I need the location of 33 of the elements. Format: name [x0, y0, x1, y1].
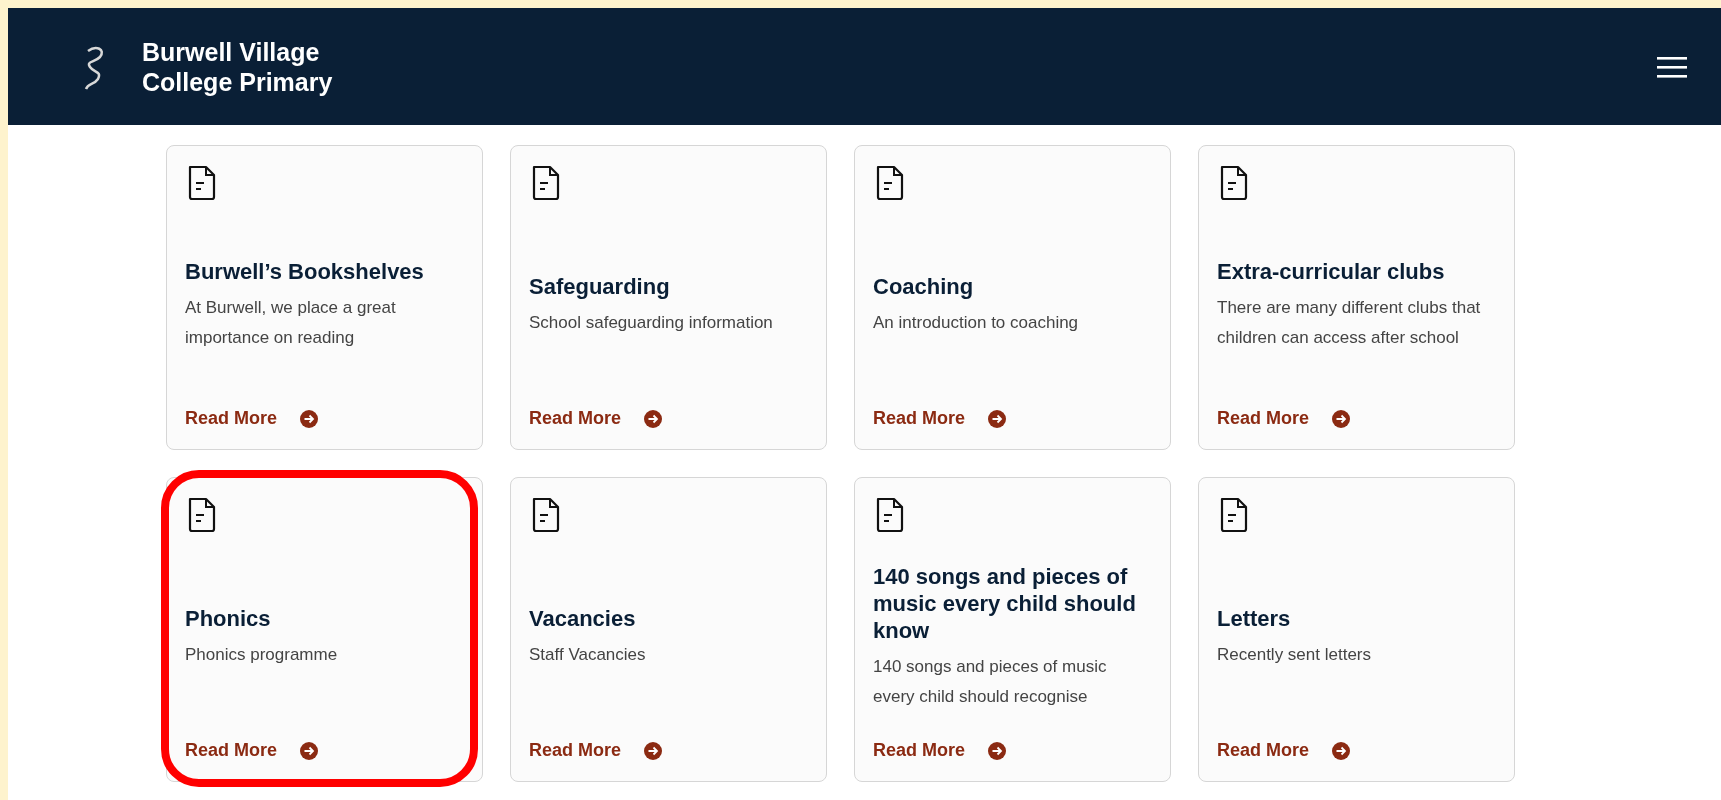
- card-title: Coaching: [873, 272, 975, 300]
- arrow-circle-icon: [643, 408, 664, 429]
- card-description: There are many different clubs that children can access after school: [1217, 296, 1482, 349]
- read-more-link[interactable]: Read More: [1217, 408, 1352, 429]
- read-more-link[interactable]: Read More: [185, 740, 320, 761]
- read-more-link[interactable]: Read More: [873, 408, 1008, 429]
- card-description: An introduction to coaching: [873, 311, 1080, 334]
- card-description: Staff Vacancies: [529, 643, 647, 666]
- arrow-circle-icon: [1331, 740, 1352, 761]
- card-description: 140 songs and pieces of music every child should recognise: [873, 655, 1108, 708]
- arrow-circle-icon: [299, 408, 320, 429]
- read-more-link[interactable]: Read More: [529, 408, 664, 429]
- card-description: At Burwell, we place a great importance on reading: [185, 296, 397, 349]
- arrow-circle-icon: [643, 740, 664, 761]
- card-title: Phonics: [185, 604, 272, 632]
- card-title: Letters: [1217, 604, 1292, 632]
- arrow-circle-icon: [1331, 408, 1352, 429]
- read-more-link[interactable]: Read More: [185, 408, 320, 429]
- card-title: Burwell’s Bookshelves: [185, 257, 425, 285]
- read-more-link[interactable]: Read More: [873, 740, 1008, 761]
- card-description: Recently sent letters: [1217, 643, 1372, 666]
- card-title: 140 songs and pieces of music every child should know: [873, 562, 1137, 644]
- site-title[interactable]: Burwell Village College Primary: [142, 36, 333, 97]
- card-title: Vacancies: [529, 604, 637, 632]
- read-more-link[interactable]: Read More: [529, 740, 664, 761]
- arrow-circle-icon: [299, 740, 320, 761]
- card-title: Extra-curricular clubs: [1217, 257, 1446, 285]
- arrow-circle-icon: [987, 408, 1008, 429]
- card-title: Safeguarding: [529, 272, 671, 300]
- card-description: School safeguarding information: [529, 311, 774, 334]
- read-more-link[interactable]: Read More: [1217, 740, 1352, 761]
- card-description: Phonics programme: [185, 643, 339, 666]
- arrow-circle-icon: [987, 740, 1008, 761]
